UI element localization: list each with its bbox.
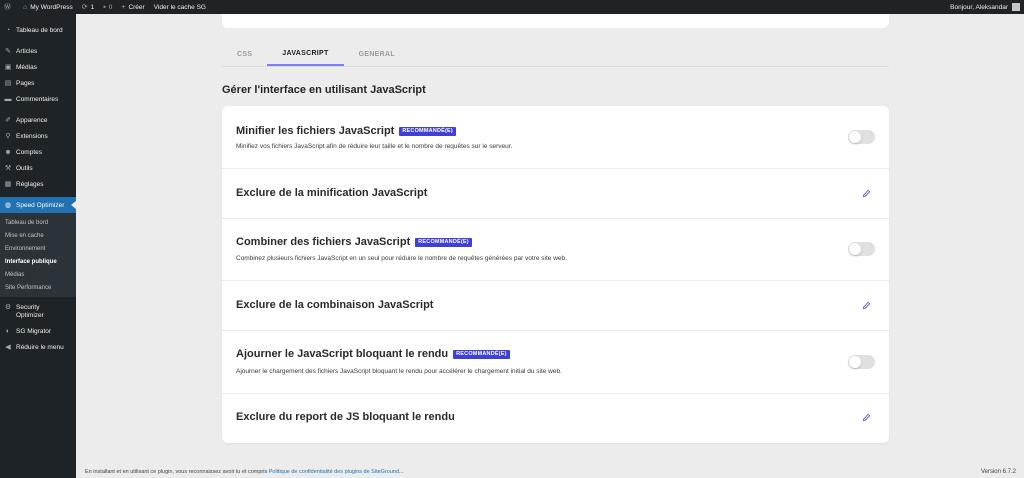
gear-icon: ⚙ [4, 304, 12, 311]
wrench-icon: ⚒ [4, 165, 12, 172]
wordpress-logo-icon[interactable]: Ⓦ [4, 4, 14, 11]
sidebar-item-articles[interactable]: ✎ Articles [0, 43, 76, 59]
edit-pencil-icon[interactable] [862, 189, 871, 198]
top-card [222, 14, 889, 28]
tab-javascript[interactable]: JAVASCRIPT [267, 42, 344, 66]
setting-row-exclude-minify: Exclure de la minification JavaScript [222, 169, 889, 219]
submenu-item-caching[interactable]: Mise en cache [0, 229, 76, 242]
sidebar-item-tools[interactable]: ⚒ Outils [0, 160, 76, 176]
sidebar-item-comments[interactable]: ▬ Commentaires [0, 91, 76, 107]
edit-pencil-icon[interactable] [862, 413, 871, 422]
toggle-knob [849, 356, 861, 368]
setting-row-exclude-combine: Exclure de la combinaison JavaScript [222, 281, 889, 331]
account-menu[interactable]: Bonjour, Aleksandar [950, 3, 1020, 11]
setting-title: Combiner des fichiers JavaScript [236, 236, 411, 248]
footer-notice: En installant et en utilisant ce plugin,… [85, 469, 404, 475]
toggle-knob [849, 131, 861, 143]
settings-panel: Minifier les fichiers JavaScript RECOMMA… [222, 106, 889, 443]
tabs-divider [222, 66, 889, 67]
setting-description: Ajourner le chargement des fichiers Java… [236, 368, 562, 375]
combine-js-toggle[interactable] [848, 242, 875, 256]
plugin-icon: ⚲ [5, 133, 11, 140]
speed-optimizer-submenu: Tableau de bord Mise en cache Environnem… [0, 213, 76, 297]
tab-css[interactable]: CSS [222, 42, 267, 66]
speed-icon: ◍ [4, 202, 12, 209]
submenu-item-environment[interactable]: Environnement [0, 242, 76, 255]
privacy-policy-link[interactable]: Politique de confidentialité des plugins… [269, 469, 399, 475]
collapse-menu-button[interactable]: ◀ Réduire le menu [0, 339, 76, 355]
minify-js-toggle[interactable] [848, 130, 875, 144]
tab-bar: CSS JAVASCRIPT GENERAL [222, 42, 410, 66]
home-icon: ⌂ [23, 3, 28, 11]
sidebar-item-security-optimizer[interactable]: ⚙ Security Optimizer [0, 301, 76, 323]
edit-pencil-icon[interactable] [862, 301, 871, 310]
migrator-icon: ◐ [5, 327, 11, 335]
sidebar-item-plugins[interactable]: ⚲ Extensions [0, 128, 76, 144]
comment-icon: ▪ [103, 3, 106, 11]
submenu-item-frontend[interactable]: Interface publique [0, 255, 76, 268]
media-icon: ▣ [4, 64, 12, 71]
page-icon: ▤ [4, 80, 12, 87]
tab-general[interactable]: GENERAL [344, 42, 410, 66]
sidebar-item-sg-migrator[interactable]: ◐ SG Migrator [0, 323, 76, 339]
main-content: CSS JAVASCRIPT GENERAL Gérer l'interface… [76, 14, 1024, 478]
admin-sidebar: ◔ Tableau de bord ✎ Articles ▣ Médias ▤ Page… [0, 14, 76, 478]
admin-bar: Ⓦ ⌂ My WordPress ⟳ 1 ▪ 0 + Créer Vider le ca… [0, 0, 1024, 14]
sidebar-item-users[interactable]: ☻ Comptes [0, 144, 76, 160]
setting-title: Ajourner le JavaScript bloquant le rendu [236, 348, 449, 360]
defer-js-toggle[interactable] [848, 355, 875, 369]
pin-icon: ✎ [5, 48, 11, 55]
collapse-icon: ◀ [5, 344, 11, 351]
submenu-item-dashboard[interactable]: Tableau de bord [0, 216, 76, 229]
users-icon: ☻ [4, 148, 12, 156]
setting-description: Minifiez vos fichiers JavaScript afin de… [236, 143, 513, 150]
new-content-link[interactable]: + Créer [121, 4, 144, 11]
avatar [1012, 3, 1020, 11]
submenu-item-media[interactable]: Médias [0, 268, 76, 281]
version-label: Version 6.7.2 [980, 469, 1016, 475]
toggle-knob [849, 243, 861, 255]
sidebar-item-settings[interactable]: ▦ Réglages [0, 176, 76, 192]
setting-title: Exclure du report de JS bloquant le rend… [236, 411, 455, 423]
site-name-link[interactable]: ⌂ My WordPress [23, 4, 73, 11]
submenu-item-site-performance[interactable]: Site Performance [0, 281, 76, 294]
page-title: Gérer l'interface en utilisant JavaScrip… [222, 84, 426, 96]
sidebar-item-media[interactable]: ▣ Médias [0, 59, 76, 75]
setting-row-minify-js: Minifier les fichiers JavaScript RECOMMA… [222, 106, 889, 169]
setting-row-defer-js: Ajourner le JavaScript bloquant le rendu… [222, 331, 889, 394]
updates-icon: ⟳ [81, 3, 88, 11]
brush-icon: ✐ [5, 117, 11, 124]
sidebar-item-appearance[interactable]: ✐ Apparence [0, 112, 76, 128]
recommended-badge: RECOMMANDÉ(E) [453, 349, 510, 359]
setting-description: Combinez plusieurs fichiers JavaScript e… [236, 255, 567, 262]
setting-title: Exclure de la minification JavaScript [236, 187, 428, 199]
sidebar-item-dashboard[interactable]: ◔ Tableau de bord [0, 22, 76, 38]
setting-title: Exclure de la combinaison JavaScript [236, 299, 434, 311]
comment-icon: ▬ [4, 95, 12, 103]
updates-link[interactable]: ⟳ 1 [82, 4, 95, 11]
sidebar-item-pages[interactable]: ▤ Pages [0, 75, 76, 91]
setting-row-combine-js: Combiner des fichiers JavaScript RECOMMA… [222, 219, 889, 281]
comments-link[interactable]: ▪ 0 [103, 4, 112, 11]
recommended-badge: RECOMMANDÉ(E) [415, 237, 472, 247]
setting-title: Minifier les fichiers JavaScript [236, 125, 395, 137]
settings-icon: ▦ [4, 181, 12, 188]
sidebar-item-speed-optimizer[interactable]: ◍ Speed Optimizer [0, 197, 76, 213]
recommended-badge: RECOMMANDÉ(E) [399, 126, 456, 136]
plus-icon: + [121, 3, 126, 11]
dashboard-icon: ◔ [5, 26, 11, 34]
setting-row-exclude-defer: Exclure du report de JS bloquant le rend… [222, 394, 889, 443]
purge-cache-link[interactable]: Vider le cache SG [154, 4, 206, 11]
